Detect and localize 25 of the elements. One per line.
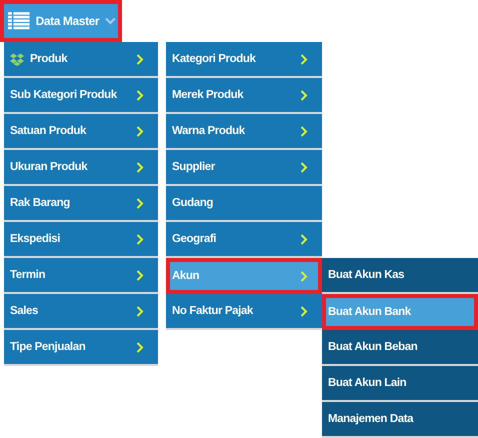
menu-item[interactable]: Produk — [4, 42, 158, 78]
menu-item[interactable]: Warna Produk — [166, 114, 322, 150]
menu-item[interactable]: Ekspedisi — [4, 222, 158, 258]
menu-item[interactable]: Buat Akun Beban — [322, 330, 478, 366]
menu-item[interactable]: No Faktur Pajak — [166, 294, 322, 330]
menu-item[interactable]: Buat Akun Kas — [322, 258, 478, 294]
chevron-down-icon — [105, 17, 116, 25]
menu-item[interactable]: Merek Produk — [166, 78, 322, 114]
menu-item[interactable]: Sub Kategori Produk — [4, 78, 158, 114]
menu-item[interactable]: Tipe Penjualan — [4, 330, 158, 366]
menu-item[interactable]: Akun — [166, 258, 322, 294]
menu-item[interactable]: Manajemen Data — [322, 402, 478, 438]
menu-item[interactable]: Termin — [4, 258, 158, 294]
menu-item[interactable]: Geografi — [166, 222, 322, 258]
menu-item[interactable]: Buat Akun Bank — [322, 294, 478, 330]
menu-item[interactable]: Buat Akun Lain — [322, 366, 478, 402]
menu-item[interactable]: Satuan Produk — [4, 114, 158, 150]
list-icon — [8, 12, 30, 30]
menu-item[interactable]: Ukuran Produk — [4, 150, 158, 186]
menu-item[interactable]: Sales — [4, 294, 158, 330]
data-master-menu-button[interactable]: Data Master — [0, 0, 122, 42]
menu-item[interactable]: Rak Barang — [4, 186, 158, 222]
menu-item[interactable]: Kategori Produk — [166, 42, 322, 78]
menu-item[interactable]: Gudang — [166, 186, 322, 222]
menu-item[interactable]: Supplier — [166, 150, 322, 186]
